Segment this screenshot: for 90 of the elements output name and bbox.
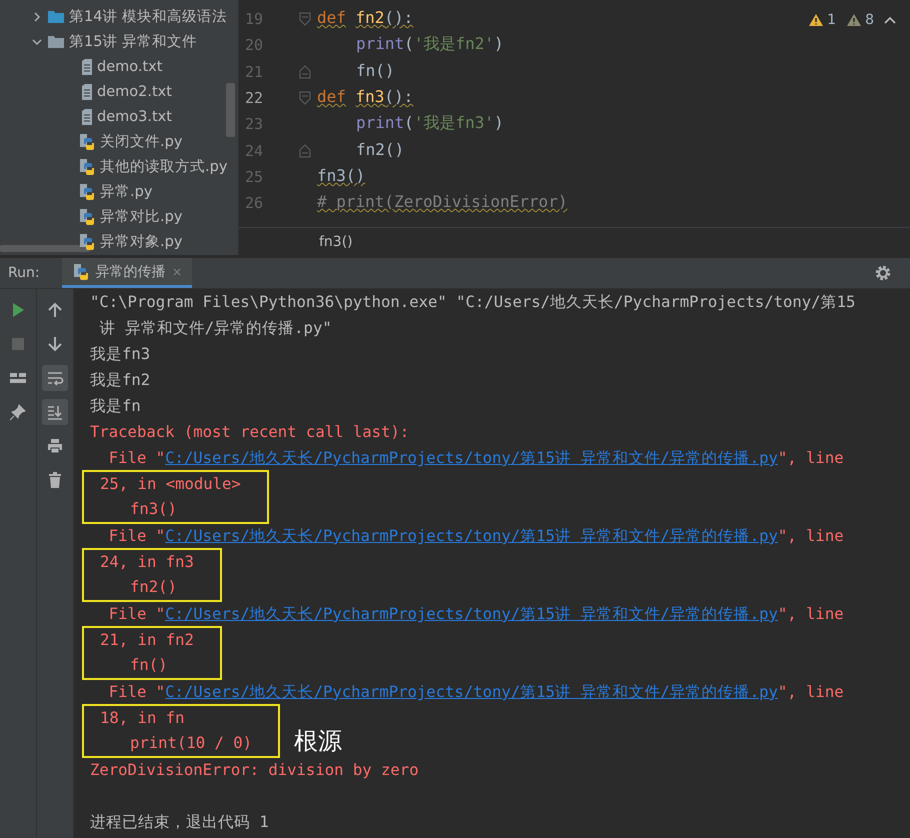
fold-icon[interactable] [299,12,311,26]
console-line: 我是fn3 [90,344,152,365]
code-line: # print(ZeroDivisionError) [317,192,568,214]
fold-icon[interactable] [299,91,311,106]
scrollbar[interactable] [226,83,235,137]
python-file-icon [78,182,96,200]
console-line: "C:\Program Files\Python36\python.exe" "C:/Users/地久天长/PycharmProjects/tony/第15 [90,292,856,313]
console-text: ", line [778,449,844,467]
console-line: 25, in <module> [100,474,241,495]
file-link[interactable]: C:/Users/地久天长/PycharmProjects/tony/第15讲 异常和文件/异常的传播.py [165,527,778,545]
console-text: ", line [778,605,844,623]
console-line: 21, in fn2 [100,630,194,651]
code-line: fn3() [317,166,366,187]
warning-icon [808,13,824,27]
python-file-icon [72,262,90,280]
settings-icon[interactable] [874,264,892,282]
run-tab[interactable]: 异常的传播 [62,258,192,288]
file-link[interactable]: C:/Users/地久天长/PycharmProjects/tony/第15讲 异常和文件/异常的传播.py [165,605,778,623]
file-label[interactable]: 关闭文件.py [100,132,182,151]
close-icon[interactable] [172,266,182,276]
python-file-icon [78,132,96,150]
trash-icon [46,471,64,489]
code-line: print('我是fn2') [356,34,504,56]
console-line: 我是fn [90,396,142,417]
folder-label[interactable]: 第14讲 模块和高级语法 [69,7,228,26]
up-arrow-icon [46,301,64,319]
code-line: print('我是fn3') [356,113,504,134]
console-text: ", line [778,527,844,545]
pin-icon [9,403,27,421]
console-line: fn2() [129,577,178,598]
file-link[interactable]: C:/Users/地久天长/PycharmProjects/tony/第15讲 异常和文件/异常的传播.py [165,449,778,467]
line-number: 19 [244,10,263,28]
text-file-icon [81,58,93,74]
file-label[interactable]: 其他的读取方式.py [100,157,228,176]
up-caret-icon[interactable] [884,15,896,25]
line-number: 26 [244,194,263,212]
code-line: fn2() [356,140,404,161]
line-number: 21 [244,62,263,81]
file-label[interactable]: 异常对象.py [100,232,182,251]
run-label: Run: [7,265,41,281]
breadcrumb[interactable]: fn3() [319,234,353,250]
console-text: File " [108,527,166,545]
console-line: 我是fn2 [90,370,152,391]
line-number: 25 [244,168,263,186]
code-line: def fn3(): [317,87,414,108]
text-file-icon [81,84,93,100]
print-icon [46,437,64,455]
console-text: ", line [778,683,844,701]
file-label[interactable]: demo3.txt [97,108,172,124]
fold-icon[interactable] [299,144,311,158]
scroll-button[interactable] [42,399,68,425]
scrollbar[interactable] [0,245,90,252]
text-file-icon [81,108,93,124]
file-label[interactable]: demo.txt [97,58,162,74]
console-line: Traceback (most recent call last): [90,422,410,443]
stop-icon [9,335,27,353]
python-file-icon [78,208,96,226]
down-arrow-icon [46,335,64,353]
wrap-button[interactable] [42,365,68,391]
console-line: fn3() [129,499,178,520]
file-label[interactable]: 异常对比.py [100,207,182,226]
soft-wrap-icon [46,369,64,387]
console-line: 进程已结束，退出代码 1 [90,812,270,833]
scroll-to-end-icon [46,403,64,421]
console-line: 24, in fn3 [100,552,194,573]
console-line: 18, in fn [100,708,186,729]
code-line: def fn2(): [317,8,414,30]
python-file-icon [78,158,96,176]
console-line: 讲 异常和文件/异常的传播.py" [98,318,333,339]
inspection-count[interactable]: 8 [865,12,874,28]
code-line: fn() [356,60,395,82]
console-text: File " [108,449,166,467]
line-number: 24 [244,142,263,160]
inspection-count[interactable]: 1 [827,12,836,28]
warning-icon [846,13,862,27]
line-number: 22 [244,89,263,108]
console-line: print(10 / 0) [129,733,252,754]
console-text: File " [108,605,166,623]
fold-icon[interactable] [299,64,311,79]
file-link[interactable]: C:/Users/地久天长/PycharmProjects/tony/第15讲 异常和文件/异常的传播.py [165,683,778,701]
console-text: File " [108,683,166,701]
folder-label[interactable]: 第15讲 异常和文件 [69,32,198,51]
console-line: fn() [129,655,169,676]
file-label[interactable]: demo2.txt [97,84,172,100]
python-file-icon [78,232,96,250]
line-number: 23 [244,115,263,134]
console-line: ZeroDivisionError: division by zero [90,760,420,781]
annotation-label: 根源 [294,726,342,757]
file-label[interactable]: 异常.py [100,182,152,201]
line-number: 20 [244,36,263,54]
